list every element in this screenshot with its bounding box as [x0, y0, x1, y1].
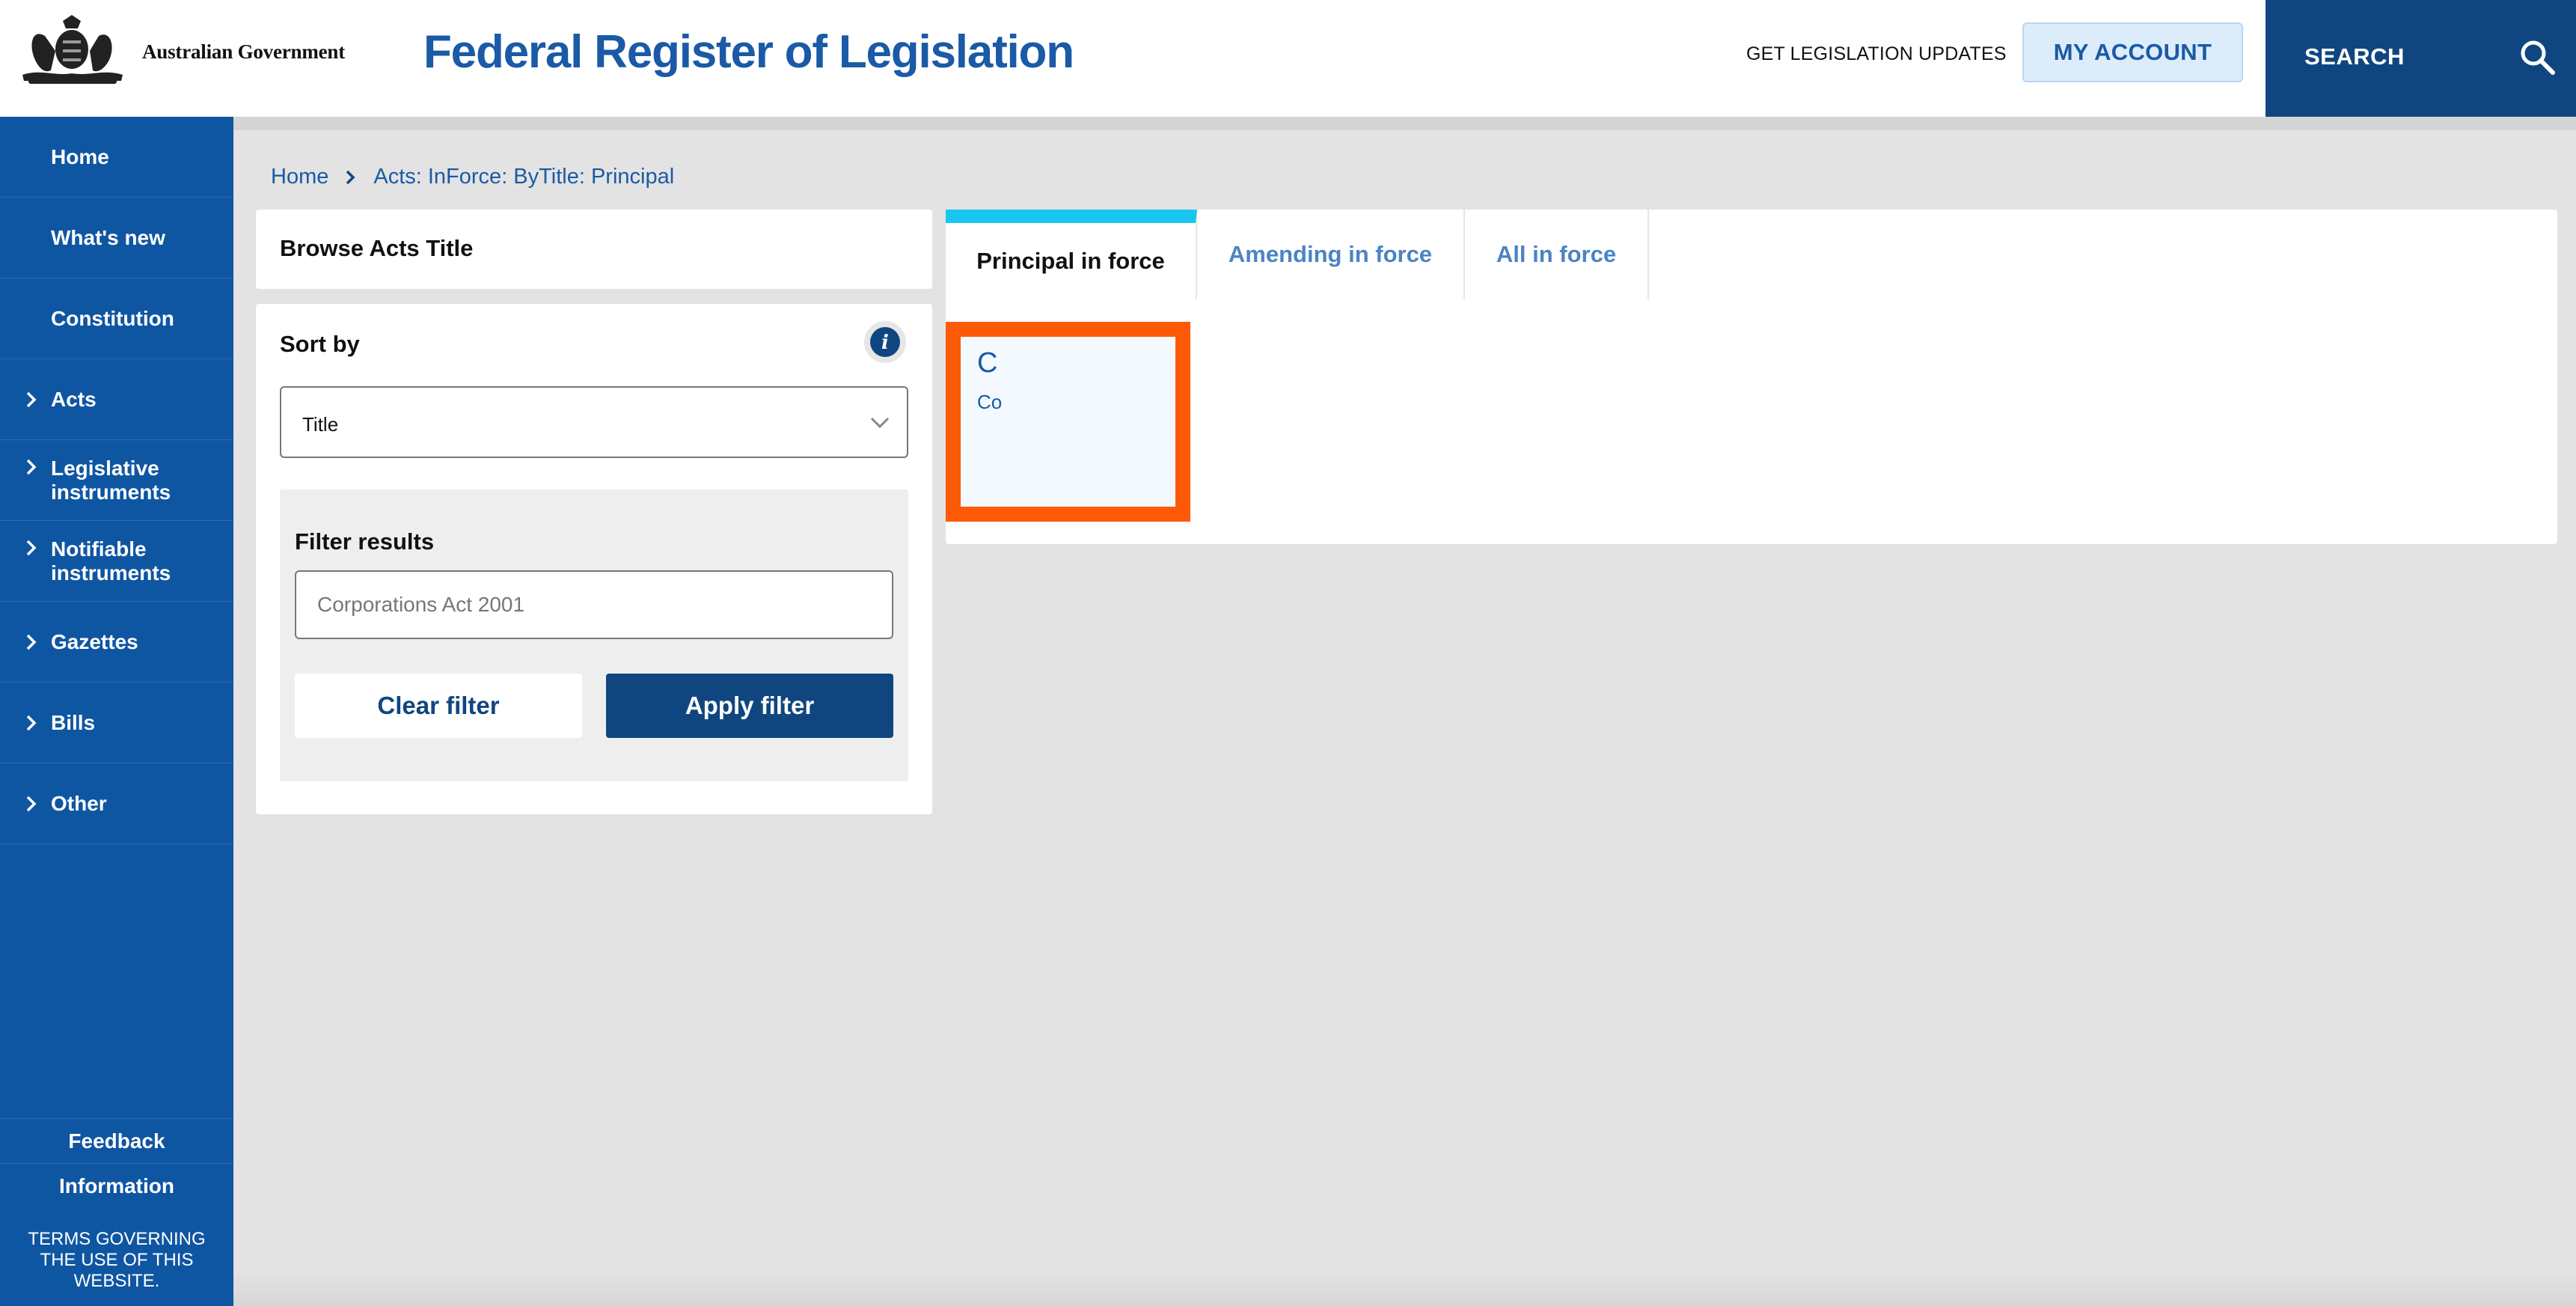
sidebar-item-label: What's new [51, 225, 165, 249]
info-icon[interactable]: i [863, 320, 907, 364]
content-top-shade [233, 117, 2576, 130]
filter-panel: Filter results Clear filter Apply filter [280, 489, 908, 781]
feedback-link[interactable]: Feedback [0, 1118, 233, 1163]
filter-results-label: Filter results [295, 528, 435, 555]
sidebar-item-home[interactable]: Home [0, 117, 233, 198]
search-button-label: SEARCH [2304, 43, 2405, 70]
browse-title-card: Browse Acts Title [256, 210, 932, 289]
legislation-updates-link[interactable]: GET LEGISLATION UPDATES [1746, 43, 2007, 65]
sidebar-item-acts[interactable]: Acts [0, 359, 233, 440]
search-icon [2521, 40, 2555, 75]
tab-all-in-force[interactable]: All in force [1465, 210, 1649, 299]
sort-by-label: Sort by [280, 331, 360, 357]
results-panel: Principal in force Amending in force All… [946, 210, 2557, 544]
sidebar-nav: Home What's new Constitution Acts Legisl… [0, 117, 233, 1306]
sidebar-item-bills[interactable]: Bills [0, 683, 233, 763]
sidebar-item-label: Gazettes [51, 629, 138, 653]
sidebar-item-other[interactable]: Other [0, 763, 233, 844]
government-name: Australian Government [142, 40, 346, 63]
breadcrumb-home-link[interactable]: Home [271, 165, 328, 189]
site-title[interactable]: Federal Register of Legislation [423, 25, 1074, 79]
result-tile-letter: C [977, 347, 998, 379]
apply-filter-button[interactable]: Apply filter [606, 674, 893, 738]
sidebar-item-label: Home [51, 144, 109, 168]
sidebar-item-whats-new[interactable]: What's new [0, 198, 233, 278]
tab-principal-in-force[interactable]: Principal in force [946, 210, 1197, 299]
chevron-down-icon [870, 417, 890, 429]
bottom-shade [233, 1272, 2576, 1306]
sidebar-item-label: Notifiable instruments [51, 537, 171, 585]
sidebar-item-constitution[interactable]: Constitution [0, 278, 233, 359]
terms-link[interactable]: TERMS GOVERNING THE USE OF THIS WEBSITE. [0, 1229, 233, 1292]
search-button[interactable]: SEARCH [2266, 0, 2576, 117]
sidebar-item-legislative-instruments[interactable]: Legislative instruments [0, 440, 233, 521]
chevron-right-icon [26, 715, 37, 730]
chevron-right-icon [26, 459, 37, 475]
sidebar-item-label: Bills [51, 710, 96, 734]
breadcrumb-current[interactable]: Acts: InForce: ByTitle: Principal [373, 165, 674, 189]
chevron-right-icon [26, 391, 37, 407]
sidebar-item-label: Acts [51, 387, 97, 411]
my-account-button[interactable]: MY ACCOUNT [2022, 22, 2243, 82]
sidebar-item-label: Legislative instruments [51, 456, 171, 504]
tab-amending-in-force[interactable]: Amending in force [1197, 210, 1465, 299]
svg-text:i: i [881, 332, 889, 354]
site-header: Australian Government Federal Register o… [0, 0, 2576, 117]
sidebar-item-label: Other [51, 791, 107, 815]
sort-by-select[interactable]: Title [280, 386, 908, 458]
result-tile-highlighted[interactable]: C Co [946, 322, 1190, 522]
chevron-right-icon [26, 540, 37, 556]
coat-of-arms-icon[interactable] [18, 13, 126, 93]
clear-filter-button[interactable]: Clear filter [295, 674, 582, 738]
chevron-right-icon [346, 170, 355, 184]
sidebar-item-notifiable-instruments[interactable]: Notifiable instruments [0, 521, 233, 602]
sidebar-item-label: Constitution [51, 306, 174, 330]
breadcrumb: Home Acts: InForce: ByTitle: Principal [271, 165, 674, 189]
information-link[interactable]: Information [0, 1163, 233, 1208]
result-tile-text: Co [977, 391, 1003, 413]
sort-filter-card: Sort by i Title Filter results Clear fil… [256, 304, 932, 814]
sort-by-selected-value: Title [302, 413, 339, 436]
chevron-right-icon [26, 796, 37, 811]
browse-title: Browse Acts Title [280, 235, 474, 261]
filter-input[interactable] [295, 570, 893, 639]
chevron-right-icon [26, 634, 37, 650]
sidebar-item-gazettes[interactable]: Gazettes [0, 602, 233, 683]
